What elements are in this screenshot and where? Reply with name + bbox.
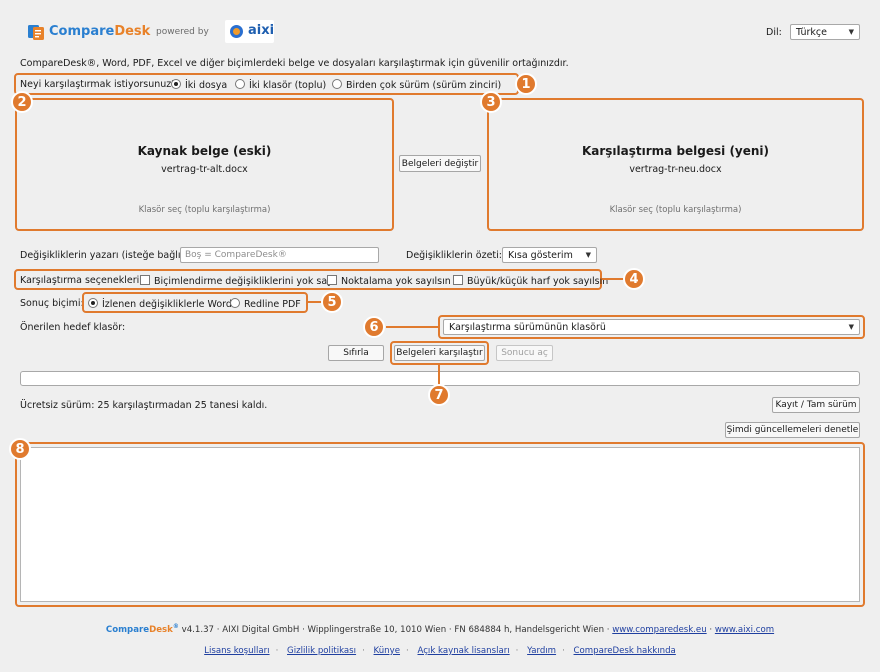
footer-link-aixi[interactable]: www.aixi.com [715,625,774,635]
intro-text: CompareDesk®, Word, PDF, Excel ve diğer … [20,58,569,69]
target-folder-select[interactable]: Karşılaştırma sürümünün klasörü ▼ [443,319,860,335]
badge-1: 1 [515,73,537,95]
option-ignore-punctuation[interactable]: Noktalama yok sayılsın [327,275,451,287]
summary-label: Değişikliklerin özeti: [406,250,502,261]
badge-4: 4 [623,268,645,290]
summary-select-value: Kısa gösterim [508,249,573,261]
footer-brand: CompareDesk® [105,623,179,635]
badge-6: 6 [363,316,385,338]
compare-documents-button[interactable]: Belgeleri karşılaştır [394,345,485,361]
radio-icon [235,79,245,89]
chevron-down-icon: ▼ [585,251,591,259]
footer-link-about[interactable]: CompareDesk hakkında [574,646,676,656]
option-ignore-formatting[interactable]: Biçimlendirme değişikliklerini yok say [140,275,333,287]
source-document-dropzone[interactable]: Kaynak belge (eski) vertrag-tr-alt.docx … [15,98,394,231]
radio-icon [230,298,240,308]
footer-separator: · [709,624,713,635]
check-updates-button[interactable]: Şimdi güncellemeleri denetle [725,422,860,438]
language-label: Dil: [766,27,782,38]
format-redline-pdf[interactable]: Redline PDF [230,298,301,310]
footer-separator: · [515,646,519,656]
footer-links: Lisans koşulları · Gizlilik politikası · K… [0,646,880,656]
footer-separator: · [562,646,565,656]
mode-option-two-folders[interactable]: İki klasör (toplu) [235,79,326,91]
open-result-button[interactable]: Sonucu aç [496,345,553,361]
option-ignore-case[interactable]: Büyük/küçük harf yok sayılsın [453,275,608,287]
checkbox-icon [140,275,150,285]
license-status: Ücretsiz sürüm: 25 karşılaştırmadan 25 t… [20,400,268,411]
register-button[interactable]: Kayıt / Tam sürüm [772,397,860,413]
result-format-label: Sonuç biçimi: [20,298,84,309]
chevron-down-icon: ▼ [848,323,854,331]
aixi-logo: aixi [248,23,275,38]
powered-by-label: powered by [156,27,209,37]
checkbox-icon [453,275,463,285]
footer-link-imprint[interactable]: Künye [374,646,400,656]
footer-link-privacy[interactable]: Gizlilik politikası [287,646,356,656]
radio-icon [332,79,342,89]
mode-option-version-chain[interactable]: Birden çok sürüm (sürüm zinciri) [332,79,501,91]
footer-separator: · [275,646,279,656]
comparedesk-logo: CompareDesk [49,24,151,39]
target-title: Karşılaştırma belgesi (yeni) [581,144,770,158]
connector-7 [438,365,440,385]
target-folder-label: Önerilen hedef klasör: [20,322,126,333]
author-label: Değişikliklerin yazarı (isteğe bağlı): [20,250,188,261]
footer-separator: · [406,646,409,656]
language-select[interactable]: Türkçe ▼ [790,24,860,40]
chevron-down-icon: ▼ [848,28,854,36]
badge-2: 2 [11,91,33,113]
language-select-value: Türkçe [796,26,827,38]
footer-link-open-source[interactable]: Açık kaynak lisansları [417,646,509,656]
reset-button[interactable]: Sıfırla [328,345,384,361]
source-file-name: vertrag-tr-alt.docx [161,164,248,175]
footer-info: CompareDesk® v4.1.37 · AIXI Digital GmbH… [0,623,880,635]
mode-option-two-files[interactable]: İki dosya [171,79,227,91]
radio-selected-icon [88,298,98,308]
summary-select[interactable]: Kısa gösterim ▼ [502,247,597,263]
options-label: Karşılaştırma seçenekleri: [20,275,143,286]
footer-link-help[interactable]: Yardım [527,646,556,656]
mode-question: Neyi karşılaştırmak istiyorsunuz? [20,79,177,90]
footer-separator: · [362,646,365,656]
author-input[interactable]: Boş = CompareDesk® [180,247,379,263]
badge-7: 7 [428,384,450,406]
footer-company-info: v4.1.37 · AIXI Digital GmbH · Wipplinger… [181,624,610,635]
badge-8: 8 [9,438,31,460]
radio-selected-icon [171,79,181,89]
connector-6 [386,326,438,328]
target-file-name: vertrag-tr-neu.docx [629,164,722,175]
badge-5: 5 [321,291,343,313]
format-word-tracked[interactable]: İzlenen değişikliklerle Word [88,298,232,310]
results-area[interactable] [20,447,860,602]
source-title: Kaynak belge (eski) [137,144,272,158]
comparedesk-logo-icon [27,23,45,41]
target-document-dropzone[interactable]: Karşılaştırma belgesi (yeni) vertrag-tr-… [487,98,864,231]
target-folder-value: Karşılaştırma sürümünün klasörü [449,321,606,333]
aixi-logo-icon [230,25,243,38]
target-folder-link[interactable]: Klasör seç (toplu karşılaştırma) [610,205,742,215]
badge-3: 3 [480,91,502,113]
footer-link-license[interactable]: Lisans koşulları [204,646,269,656]
swap-documents-button[interactable]: Belgeleri değiştir [399,155,481,172]
source-folder-link[interactable]: Klasör seç (toplu karşılaştırma) [139,205,271,215]
checkbox-icon [327,275,337,285]
footer-link-comparedesk[interactable]: www.comparedesk.eu [612,625,706,635]
